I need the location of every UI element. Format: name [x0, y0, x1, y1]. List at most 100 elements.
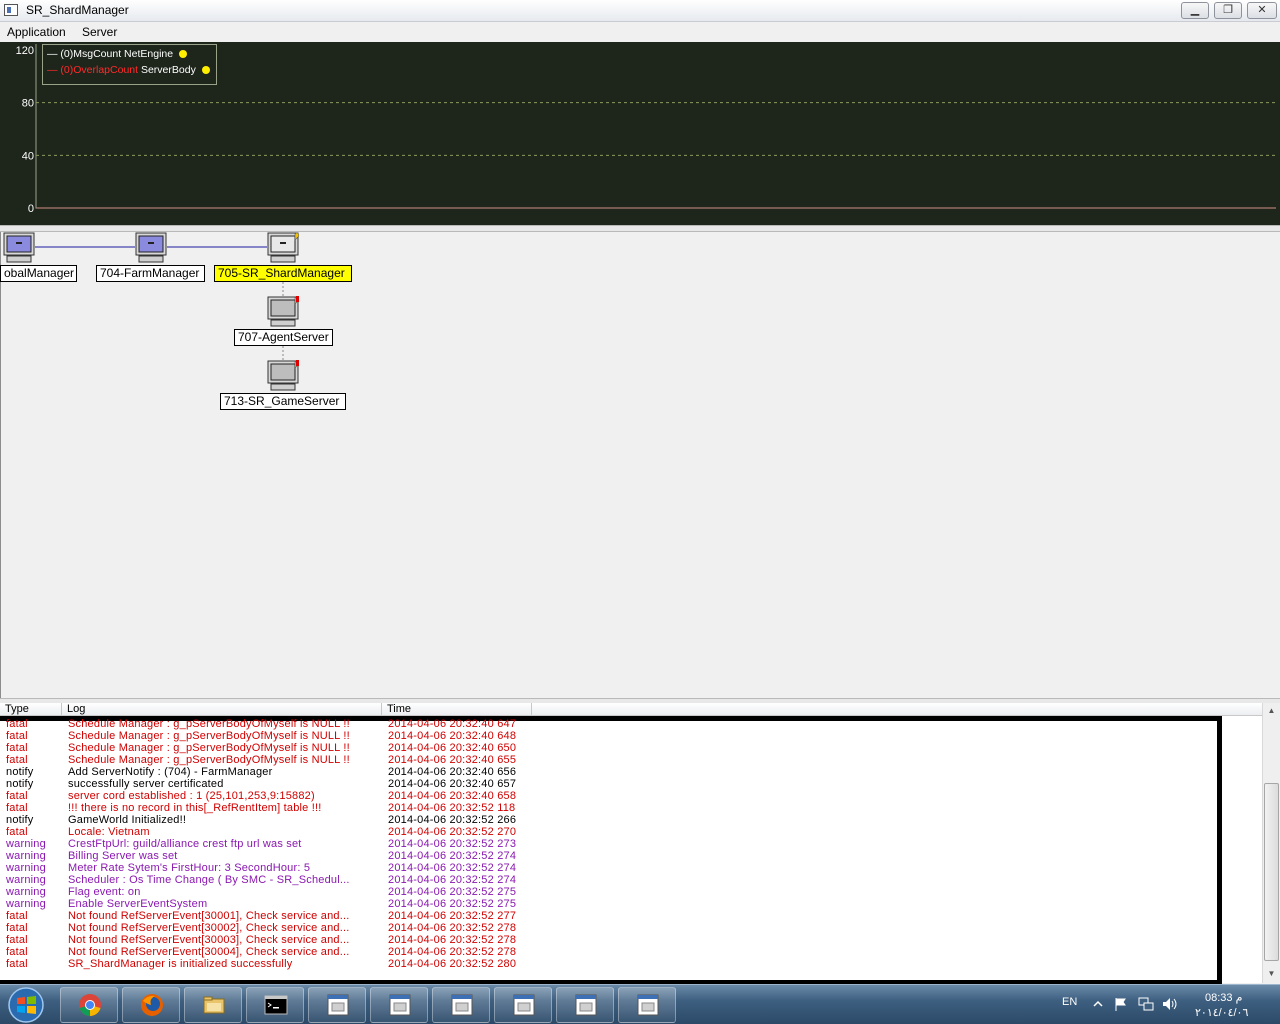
log-row[interactable]: fatal server cord established : 1 (25,101…: [0, 790, 1215, 802]
y-tick-label: 120: [16, 45, 34, 57]
language-indicator[interactable]: EN: [1062, 996, 1077, 1008]
log-type: fatal: [6, 790, 28, 802]
maximize-button[interactable]: ❐: [1214, 2, 1242, 19]
log-row[interactable]: fatal Not found RefServerEvent[30002], Ch…: [0, 922, 1215, 934]
topology-links: [35, 246, 284, 360]
chart-legend: — (0)MsgCount NetEngine — (0)OverlapCoun…: [42, 44, 217, 85]
app-window-icon: [389, 994, 411, 1016]
scroll-up-icon[interactable]: ▲: [1263, 704, 1280, 718]
action-center-flag-icon[interactable]: [1113, 996, 1129, 1012]
log-message: Not found RefServerEvent[30003], Check s…: [68, 934, 350, 946]
log-time: 2014-04-06 20:32:52 275: [388, 898, 517, 910]
taskbar-app-button[interactable]: [370, 987, 428, 1023]
file-explorer-icon: [203, 996, 225, 1014]
taskbar-app-button[interactable]: [308, 987, 366, 1023]
show-hidden-icons-icon[interactable]: [1093, 999, 1103, 1009]
scroll-down-icon[interactable]: ▼: [1263, 967, 1280, 981]
log-type: fatal: [6, 910, 28, 922]
clock-date[interactable]: ٢٠١٤/٠٤/٠٦: [1195, 1006, 1248, 1019]
computer-warning-icon[interactable]: [267, 360, 299, 392]
log-row[interactable]: fatal !!! there is no record in this[_Ref…: [0, 802, 1215, 814]
log-message: Not found RefServerEvent[30001], Check s…: [68, 910, 350, 922]
log-row[interactable]: notify Add ServerNotify : (704) - FarmMan…: [0, 766, 1215, 778]
log-row[interactable]: fatal Schedule Manager : g_pServerBodyOfM…: [0, 754, 1215, 766]
log-row[interactable]: fatal Schedule Manager : g_pServerBodyOfM…: [0, 718, 1215, 730]
title-bar[interactable]: SR_ShardManager ▁ ❐ ✕: [0, 0, 1280, 22]
log-type: fatal: [6, 754, 28, 766]
menu-server[interactable]: Server: [82, 25, 117, 39]
log-time: 2014-04-06 20:32:40 658: [388, 790, 517, 802]
log-row[interactable]: warning Enable ServerEventSystem 2014-04-0…: [0, 898, 1215, 910]
log-time: 2014-04-06 20:32:52 274: [388, 874, 517, 886]
taskbar-cmd-button[interactable]: [246, 987, 304, 1023]
log-time: 2014-04-06 20:32:52 277: [388, 910, 517, 922]
app-window-icon: [451, 994, 473, 1016]
y-tick-label: 80: [22, 98, 34, 110]
log-message: Billing Server was set: [68, 850, 178, 862]
log-time: 2014-04-06 20:32:52 274: [388, 850, 517, 862]
taskbar-app-button[interactable]: [556, 987, 614, 1023]
log-row[interactable]: fatal Schedule Manager : g_pServerBodyOfM…: [0, 742, 1215, 754]
scroll-thumb[interactable]: [1264, 783, 1279, 961]
legend-series-tag: NetEngine: [124, 48, 174, 60]
taskbar-firefox-button[interactable]: [122, 987, 180, 1023]
node-label-farmmanager[interactable]: 704-FarmManager: [96, 265, 205, 282]
log-row[interactable]: fatal Locale: Vietnam 2014-04-06 20:32:52 …: [0, 826, 1215, 838]
taskbar-app-button[interactable]: [432, 987, 490, 1023]
log-time: 2014-04-06 20:32:40 650: [388, 742, 517, 754]
log-type: notify: [6, 778, 34, 790]
taskbar-explorer-button[interactable]: [184, 987, 242, 1023]
log-row[interactable]: fatal Not found RefServerEvent[30003], Ch…: [0, 934, 1215, 946]
log-type: warning: [6, 862, 46, 874]
legend-dot-icon: [201, 66, 210, 74]
computer-icon[interactable]: [3, 232, 35, 264]
log-type: fatal: [6, 826, 28, 838]
log-row[interactable]: warning Meter Rate Sytem's FirstHour: 3 S…: [0, 862, 1215, 874]
log-row[interactable]: fatal Not found RefServerEvent[30004], Ch…: [0, 946, 1215, 958]
taskbar: EN 08:33 م ٢٠١٤/٠٤/٠٦: [0, 984, 1280, 1024]
log-row[interactable]: notify successfully server certificated 20…: [0, 778, 1215, 790]
column-header-type[interactable]: Type: [0, 703, 62, 715]
clock-time[interactable]: 08:33 م: [1205, 991, 1242, 1004]
log-row[interactable]: notify GameWorld Initialized!! 2014-04-06 …: [0, 814, 1215, 826]
node-label-gameserver[interactable]: 713-SR_GameServer: [220, 393, 346, 410]
taskbar-chrome-button[interactable]: [60, 987, 118, 1023]
computer-icon[interactable]: [135, 232, 167, 264]
window-title: SR_ShardManager: [26, 3, 129, 17]
log-row[interactable]: warning Billing Server was set 2014-04-06 …: [0, 850, 1215, 862]
column-header-log[interactable]: Log: [62, 703, 382, 715]
node-label-agentserver[interactable]: 707-AgentServer: [234, 329, 333, 346]
log-scrollbar[interactable]: ▲ ▼: [1262, 703, 1280, 983]
legend-series-name: (0)MsgCount: [60, 48, 122, 60]
close-button[interactable]: ✕: [1247, 2, 1277, 19]
log-row[interactable]: fatal Not found RefServerEvent[30001], Ch…: [0, 910, 1215, 922]
log-row[interactable]: fatal SR_ShardManager is initialized succ…: [0, 958, 1215, 970]
volume-icon[interactable]: [1161, 996, 1179, 1012]
log-row[interactable]: warning Flag event: on 2014-04-06 20:32:52…: [0, 886, 1215, 898]
log-time: 2014-04-06 20:32:52 278: [388, 922, 517, 934]
log-time: 2014-04-06 20:32:52 278: [388, 946, 517, 958]
windows-start-icon[interactable]: [4, 986, 48, 1024]
log-time: 2014-04-06 20:32:52 270: [388, 826, 517, 838]
column-header-time[interactable]: Time: [382, 703, 532, 715]
menu-application[interactable]: Application: [7, 25, 66, 39]
log-row[interactable]: warning Scheduler : Os Time Change ( By S…: [0, 874, 1215, 886]
node-label-shardmanager[interactable]: 705-SR_ShardManager: [214, 265, 352, 282]
log-type: fatal: [6, 922, 28, 934]
log-type: warning: [6, 886, 46, 898]
computer-warning-icon[interactable]: [267, 296, 299, 328]
log-message: Schedule Manager : g_pServerBodyOfMyself…: [68, 742, 350, 754]
taskbar-app-button[interactable]: [618, 987, 676, 1023]
taskbar-app-button[interactable]: [494, 987, 552, 1023]
log-row[interactable]: warning CrestFtpUrl: guild/alliance crest…: [0, 838, 1215, 850]
network-icon[interactable]: [1137, 996, 1155, 1012]
log-type: warning: [6, 874, 46, 886]
log-row[interactable]: fatal Schedule Manager : g_pServerBodyOfM…: [0, 730, 1215, 742]
minimize-button[interactable]: ▁: [1181, 2, 1209, 19]
node-label-globalmanager[interactable]: obalManager: [0, 265, 77, 282]
splitter-chart-topology[interactable]: [0, 225, 1280, 232]
computer-warning-icon[interactable]: [267, 232, 299, 264]
log-time: 2014-04-06 20:32:52 273: [388, 838, 517, 850]
log-type: fatal: [6, 730, 28, 742]
log-message: Flag event: on: [68, 886, 141, 898]
